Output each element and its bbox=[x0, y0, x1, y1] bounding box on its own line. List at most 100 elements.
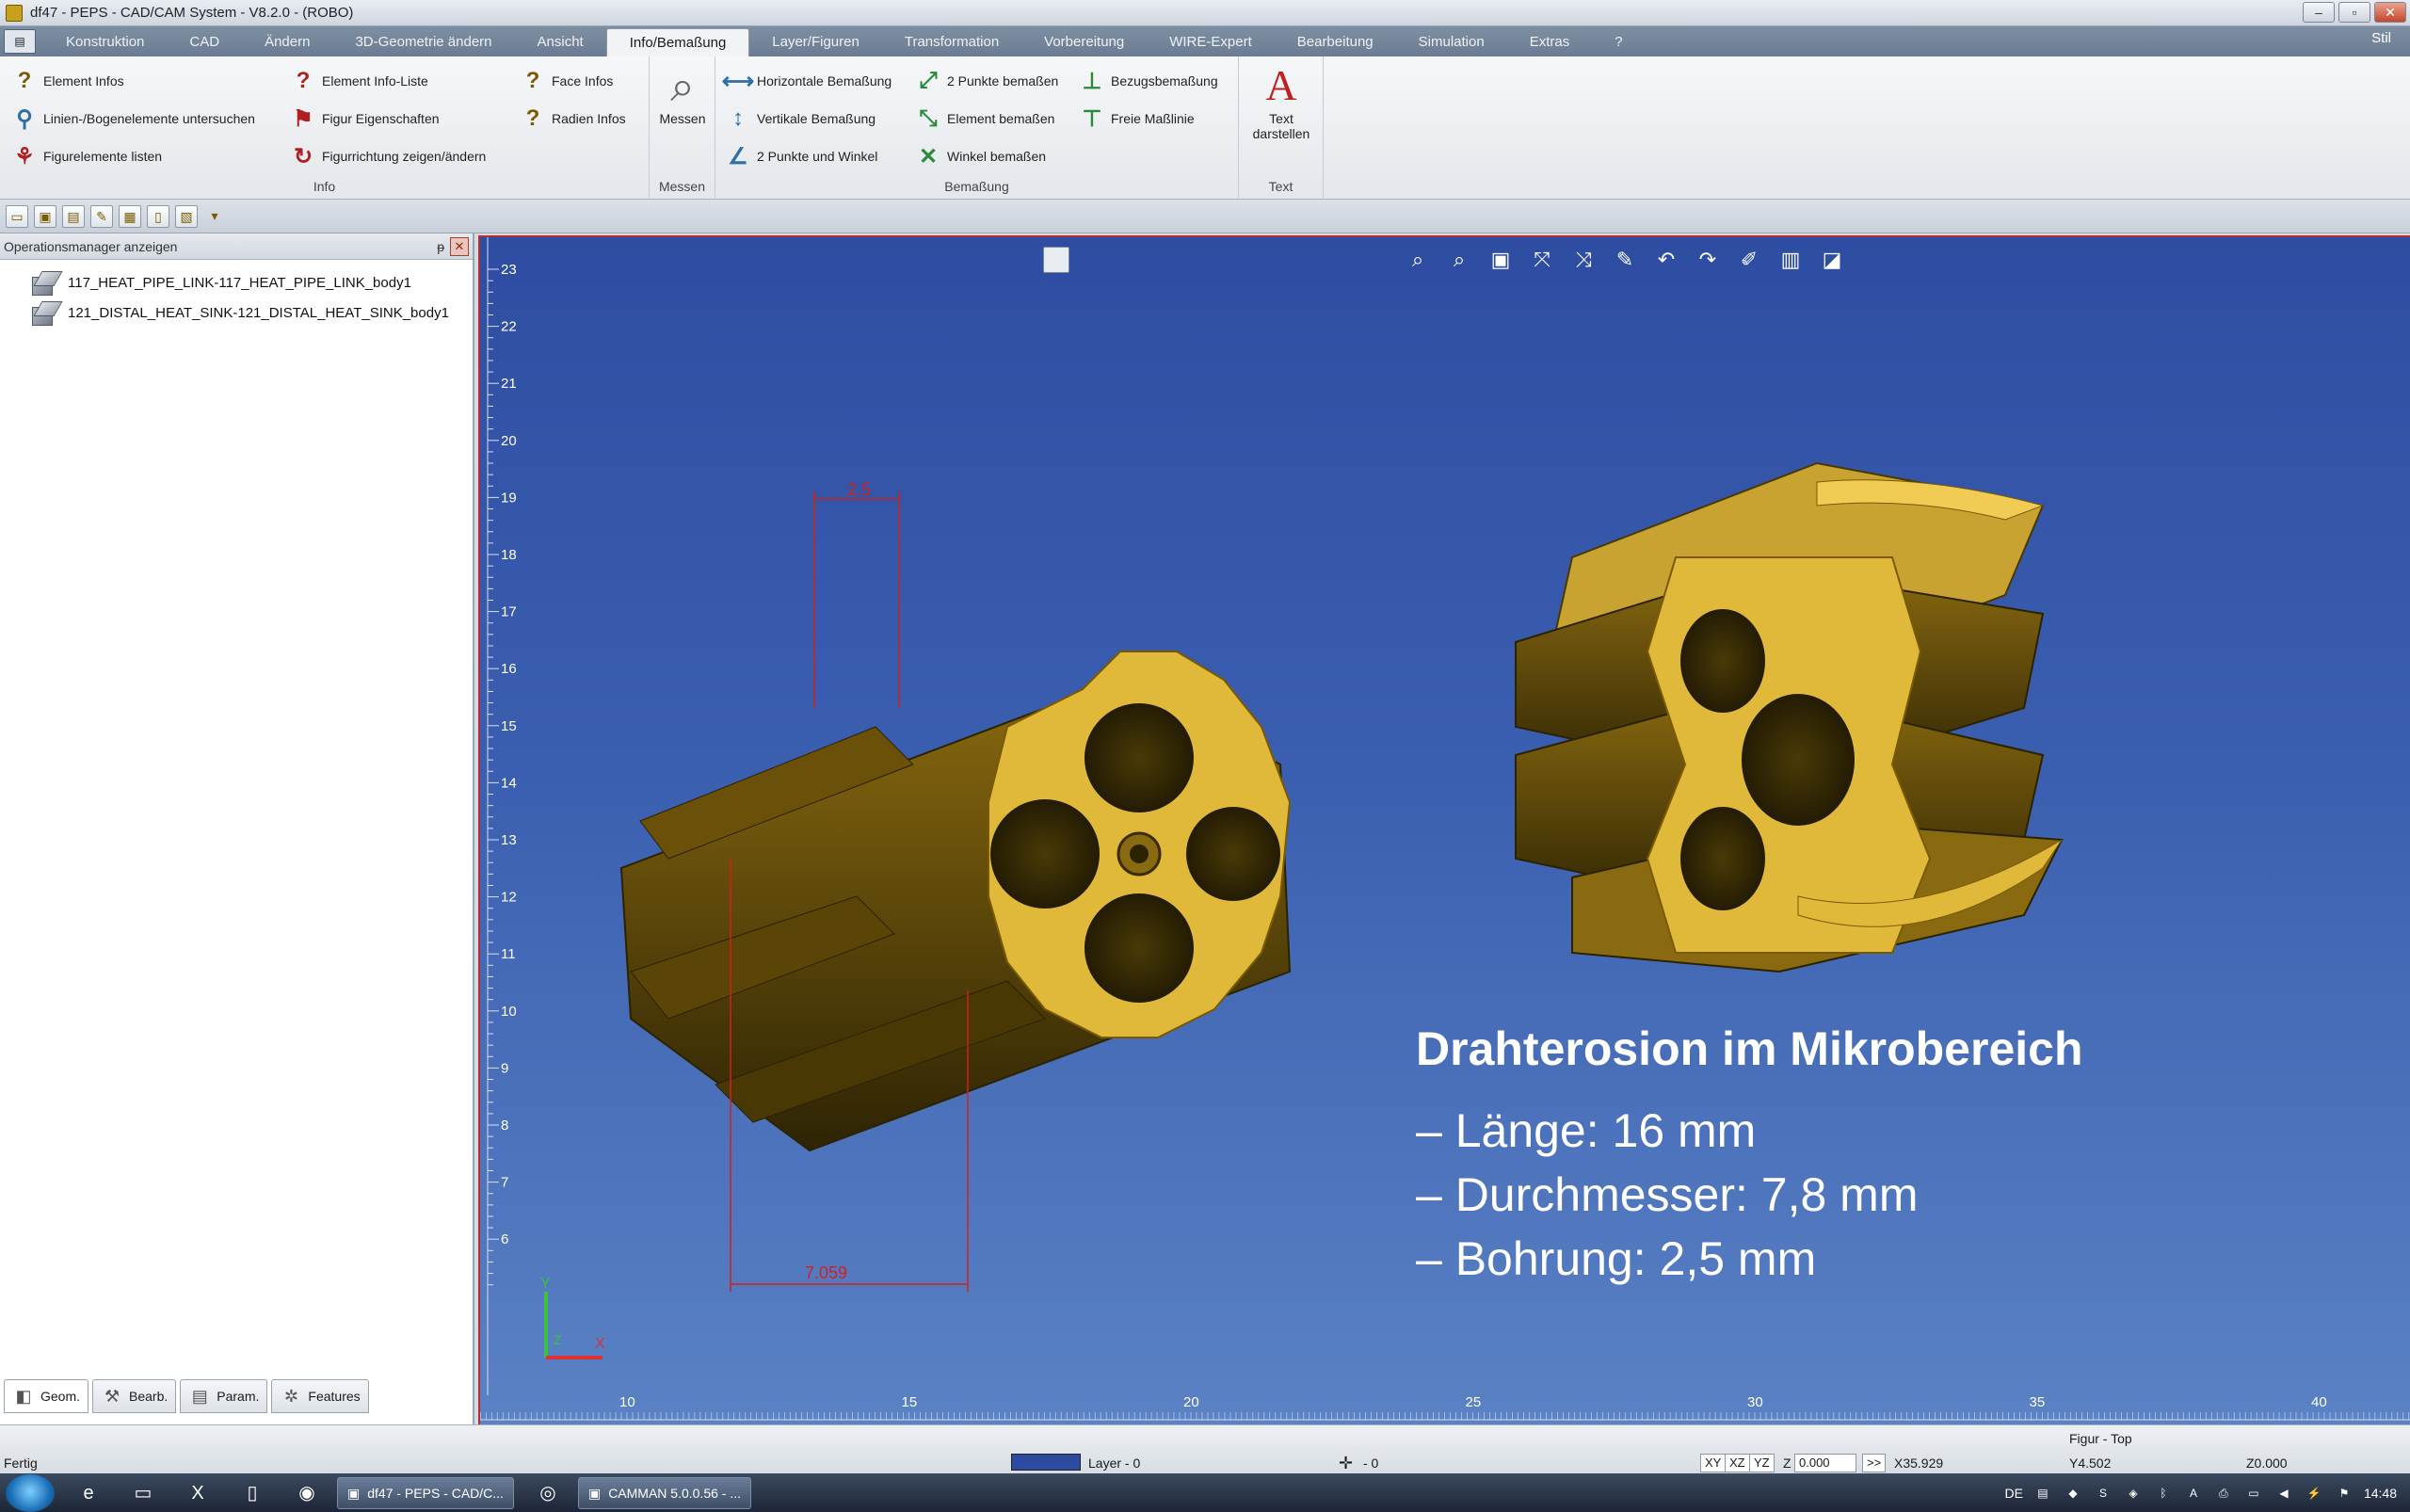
reference-dimension-button[interactable]: ⊥ Bezugsbemaßung bbox=[1079, 68, 1218, 94]
tab-vorbereitung[interactable]: Vorbereitung bbox=[1021, 28, 1147, 56]
cad-viewport[interactable]: 2.5 7.059 Y X Z 23 22 21 20 19 18 17 16 15 14 13 12… bbox=[478, 235, 2410, 1424]
minimize-button[interactable]: – bbox=[2303, 2, 2335, 23]
horizontal-dimension-button[interactable]: ⟷ Horizontale Bemaßung bbox=[722, 68, 892, 94]
style-menu[interactable]: Stil bbox=[2371, 30, 2391, 46]
shading-icon[interactable]: ▥ bbox=[1775, 245, 1806, 275]
tab-aendern[interactable]: Ändern bbox=[242, 28, 332, 56]
save-icon[interactable]: ▣ bbox=[34, 204, 56, 228]
two-points-dimension-button[interactable]: ⤢ 2 Punkte bemaßen bbox=[915, 68, 1058, 94]
z-input[interactable]: 0.000 bbox=[1794, 1454, 1856, 1472]
taskbar-task-camman[interactable]: ▣ CAMMAN 5.0.0.56 - ... bbox=[577, 1476, 752, 1509]
element-infos-button[interactable]: ? Element Infos bbox=[11, 68, 124, 94]
plane-xy-button[interactable]: XY bbox=[1700, 1454, 1727, 1472]
tab-3d-geometrie-aendern[interactable]: 3D-Geometrie ändern bbox=[332, 28, 514, 56]
network-icon[interactable]: ▤ bbox=[2032, 1483, 2053, 1504]
measure-button[interactable]: ⌕ Messen bbox=[655, 60, 710, 126]
display-icon[interactable]: ▭ bbox=[2243, 1483, 2264, 1504]
explorer-folder-icon[interactable]: ▭ bbox=[122, 1477, 164, 1509]
excel-icon[interactable]: X bbox=[177, 1477, 218, 1509]
skype-icon[interactable]: S bbox=[2093, 1483, 2113, 1504]
tab-transformation[interactable]: Transformation bbox=[882, 28, 1021, 56]
view-cube-icon[interactable]: ◪ bbox=[1817, 245, 1847, 275]
element-info-list-button[interactable]: ? Element Info-Liste bbox=[290, 68, 428, 94]
zoom-in-icon[interactable]: ⌕ bbox=[1403, 245, 1433, 275]
text-display-button[interactable]: A Text darstellen bbox=[1246, 60, 1316, 141]
face-infos-button[interactable]: ? Face Infos bbox=[520, 68, 614, 94]
new-file-icon[interactable]: ▭ bbox=[6, 204, 28, 228]
folder-export-icon[interactable]: ▧ bbox=[175, 204, 198, 228]
flag-icon[interactable]: ⚑ bbox=[2334, 1483, 2354, 1504]
figure-direction-button[interactable]: ↻ Figurrichtung zeigen/ändern bbox=[290, 143, 486, 169]
tab-extras[interactable]: Extras bbox=[1507, 28, 1593, 56]
close-button[interactable]: ✕ bbox=[2374, 2, 2406, 23]
chrome-icon[interactable]: ◉ bbox=[286, 1477, 328, 1509]
tab-ansicht[interactable]: Ansicht bbox=[515, 28, 606, 56]
power-icon[interactable]: ⚡ bbox=[2304, 1483, 2324, 1504]
tab-layer-figuren[interactable]: Layer/Figuren bbox=[749, 28, 882, 56]
zoom-fit-icon[interactable]: ⤧ bbox=[1527, 245, 1557, 275]
lines-arcs-inspect-button[interactable]: ⚲ Linien-/Bogenelemente untersuchen bbox=[11, 105, 255, 132]
open-folder-icon[interactable]: ▤ bbox=[62, 204, 85, 228]
tree-item[interactable]: 121_DISTAL_HEAT_SINK-121_DISTAL_HEAT_SIN… bbox=[28, 298, 473, 328]
plane-yz-button[interactable]: YZ bbox=[1749, 1454, 1775, 1472]
tree-item[interactable]: 117_HEAT_PIPE_LINK-117_HEAT_PIPE_LINK_bo… bbox=[28, 267, 473, 298]
bluetooth-icon[interactable]: ᛒ bbox=[2153, 1483, 2174, 1504]
security-icon[interactable]: ◈ bbox=[2123, 1483, 2144, 1504]
start-button[interactable] bbox=[6, 1473, 55, 1512]
panel-close-icon[interactable]: ✕ bbox=[450, 237, 469, 256]
layer-label[interactable]: Layer - 0 bbox=[1088, 1456, 1140, 1471]
tab-cad[interactable]: CAD bbox=[167, 28, 242, 56]
tab-param[interactable]: ▤ Param. bbox=[180, 1379, 268, 1413]
heat-pipe-link-part[interactable] bbox=[619, 651, 1292, 1152]
measure-tool-icon[interactable]: ✐ bbox=[1734, 245, 1764, 275]
zoom-extents-icon[interactable]: ⤨ bbox=[1568, 245, 1599, 275]
app-menu-button[interactable]: ▤ bbox=[4, 29, 36, 54]
layer-color-swatch[interactable] bbox=[1011, 1454, 1081, 1471]
undo-view-icon[interactable]: ↶ bbox=[1651, 245, 1681, 275]
tab-simulation[interactable]: Simulation bbox=[1396, 28, 1507, 56]
folder-icon[interactable]: ▦ bbox=[119, 204, 141, 228]
update-icon[interactable]: ◆ bbox=[2063, 1483, 2083, 1504]
internet-explorer-icon[interactable]: e bbox=[68, 1477, 109, 1509]
maximize-button[interactable]: ▫ bbox=[2338, 2, 2370, 23]
tab-bearb[interactable]: ⚒ Bearb. bbox=[92, 1379, 177, 1413]
browser-icon[interactable]: ◎ bbox=[527, 1477, 569, 1509]
radius-infos-button[interactable]: ? Radien Infos bbox=[520, 105, 626, 132]
coord-arrow-button[interactable]: >> bbox=[1862, 1454, 1887, 1472]
plane-xz-button[interactable]: XZ bbox=[1725, 1454, 1750, 1472]
x-coordinate: X35.929 bbox=[1894, 1456, 1944, 1471]
angle-dimension-button[interactable]: ✕ Winkel bemaßen bbox=[915, 143, 1046, 169]
distal-heat-sink-part[interactable] bbox=[1515, 461, 2064, 973]
crosshair-icon: ✛ bbox=[1339, 1454, 1354, 1472]
figure-elements-list-button[interactable]: ⚘ Figurelemente listen bbox=[11, 143, 162, 169]
tab-info-bemassung[interactable]: Info/Bemaßung bbox=[605, 28, 750, 56]
redraw-icon[interactable]: ✎ bbox=[1610, 245, 1640, 275]
acrobat-icon[interactable]: A bbox=[2183, 1483, 2204, 1504]
pin-icon[interactable]: ᵽ bbox=[437, 233, 444, 260]
volume-icon[interactable]: ◀ bbox=[2273, 1483, 2294, 1504]
tab-bearbeitung[interactable]: Bearbeitung bbox=[1275, 28, 1396, 56]
tab-konstruktion[interactable]: Konstruktion bbox=[43, 28, 167, 56]
tab-features[interactable]: ✲ Features bbox=[271, 1379, 369, 1413]
printer-icon[interactable]: ⎙ bbox=[2213, 1483, 2234, 1504]
language-indicator[interactable]: DE bbox=[2005, 1486, 2023, 1501]
figure-properties-button[interactable]: ⚑ Figur Eigenschaften bbox=[290, 105, 439, 132]
edit-icon[interactable]: ✎ bbox=[90, 204, 113, 228]
window-controls: – ▫ ✕ bbox=[2303, 2, 2406, 23]
tab-wire-expert[interactable]: WIRE-Expert bbox=[1147, 28, 1275, 56]
taskbar-task-peps-label: df47 - PEPS - CAD/C... bbox=[367, 1485, 504, 1501]
tab-help[interactable]: ? bbox=[1592, 28, 1645, 56]
free-dimension-line-button[interactable]: ⊤ Freie Maßlinie bbox=[1079, 105, 1195, 132]
vertical-dimension-button[interactable]: ↕ Vertikale Bemaßung bbox=[725, 105, 876, 132]
document-icon[interactable]: ▯ bbox=[147, 204, 169, 228]
two-points-angle-button[interactable]: ∠ 2 Punkte und Winkel bbox=[725, 143, 877, 169]
zoom-out-icon[interactable]: ⌕ bbox=[1444, 245, 1474, 275]
taskbar-task-peps[interactable]: ▣ df47 - PEPS - CAD/C... bbox=[337, 1476, 514, 1509]
zoom-window-icon[interactable]: ▣ bbox=[1486, 245, 1516, 275]
calculator-icon[interactable]: ▯ bbox=[232, 1477, 273, 1509]
view-window-button[interactable] bbox=[1043, 247, 1069, 273]
redo-view-icon[interactable]: ↷ bbox=[1693, 245, 1723, 275]
tab-geom[interactable]: ◧ Geom. bbox=[4, 1379, 89, 1413]
element-dimension-button[interactable]: ⤡ Element bemaßen bbox=[915, 105, 1054, 132]
customize-dropdown-icon[interactable]: ▾ bbox=[203, 205, 226, 228]
